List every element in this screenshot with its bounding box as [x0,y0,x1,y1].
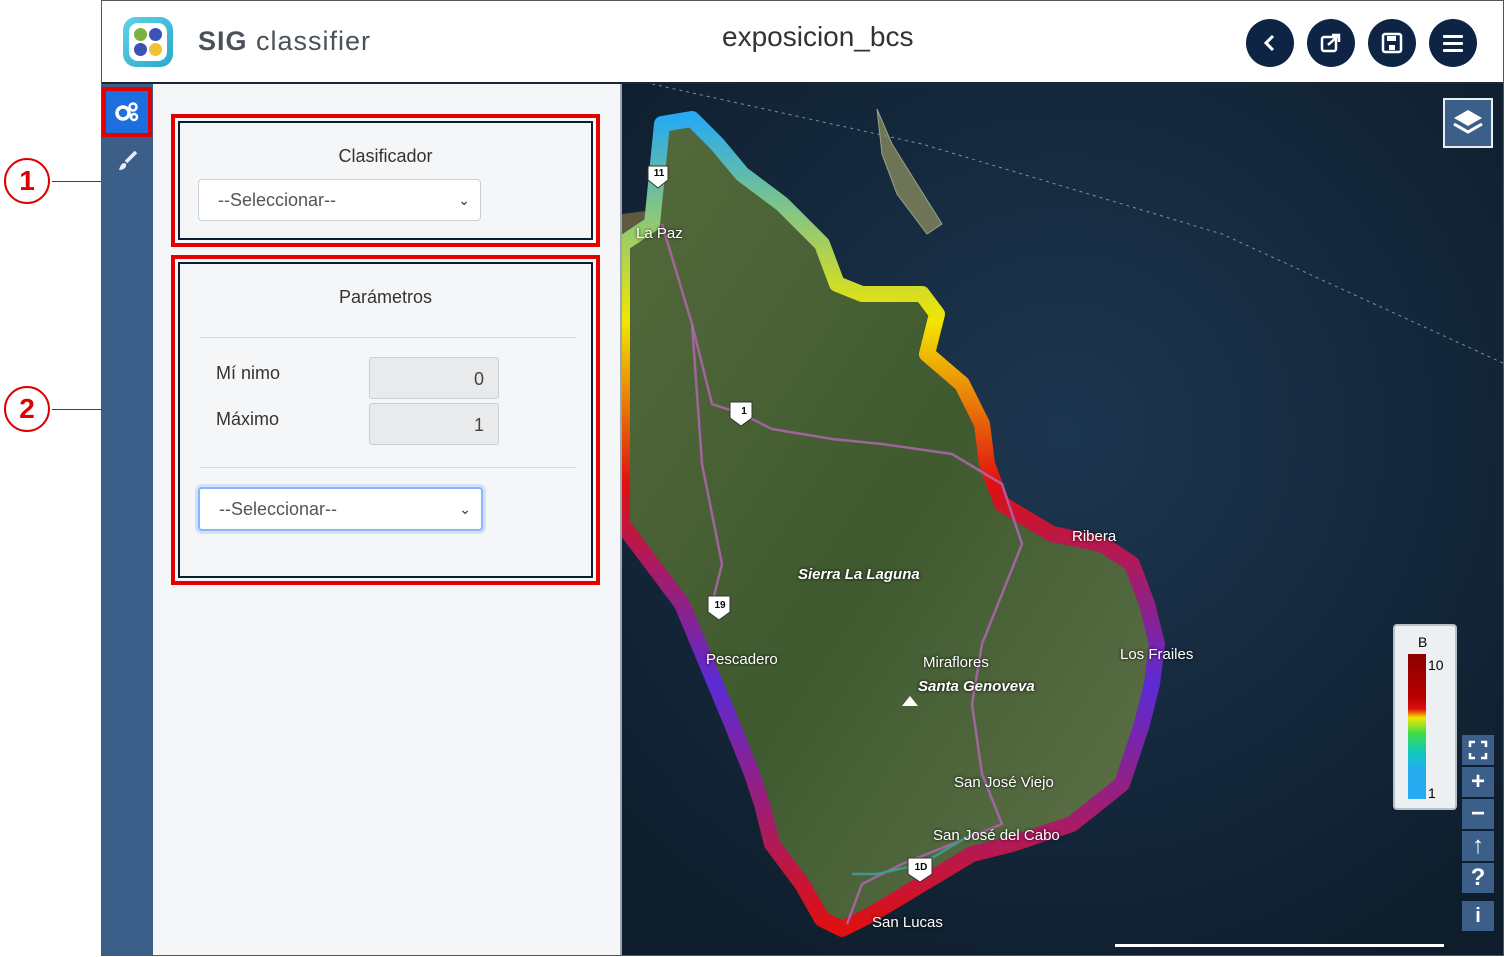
map-legend: B 10 1 [1393,624,1457,810]
map-canvas [622,84,1503,955]
highway-shield: 1 [741,406,747,417]
place-label: San Lucas [872,914,943,931]
classifier-select[interactable]: --Seleccionar-- ⌄ [198,179,481,221]
place-label: Pescadero [706,651,778,668]
fullscreen-button[interactable] [1462,735,1494,765]
classifier-section: Clasificador --Seleccionar-- ⌄ [171,114,600,247]
parameters-heading: Parámetros [338,287,433,307]
place-label: Sierra La Laguna [798,566,920,583]
app-window: SIG classifier exposicion_bcs Clasificad… [101,0,1504,956]
legend-max: 10 [1428,657,1444,673]
layers-button[interactable] [1443,98,1493,148]
place-label: Miraflores [923,654,989,671]
zoom-out-button[interactable]: − [1462,799,1494,829]
chevron-down-icon: ⌄ [459,501,471,517]
min-field[interactable]: 0 [369,357,499,399]
project-title: exposicion_bcs [722,21,914,52]
layers-icon [1453,110,1483,134]
info-button[interactable]: i [1462,901,1494,931]
zoom-in-button[interactable]: + [1462,767,1494,797]
highway-shield: 11 [653,168,665,179]
parameters-select-value: --Seleccionar-- [219,499,338,519]
share-export-icon [1320,33,1341,53]
export-button[interactable] [1307,19,1355,67]
place-label: Santa Genoveva [918,678,1035,695]
place-label: San José Viejo [954,774,1054,791]
scale-bar [1115,944,1444,947]
divider [199,467,577,468]
divider [199,337,577,338]
left-rail [102,84,153,955]
fullscreen-icon [1468,740,1488,760]
reset-north-button[interactable]: ↑ [1462,831,1494,861]
max-label: Máximo [216,409,280,429]
place-label: Los Frailes [1120,646,1194,663]
paintbrush-icon [119,150,138,170]
save-disk-icon [1381,32,1403,54]
classifier-heading: Clasificador [338,146,433,166]
app-brand: SIG classifier [198,26,372,56]
place-label: La Paz [636,225,683,242]
back-button[interactable] [1246,19,1294,67]
annotation-marker-2: 2 [4,386,50,432]
save-button[interactable] [1368,19,1416,67]
place-label: Ribera [1072,528,1117,545]
rail-style-tab[interactable] [110,143,146,179]
annotation-marker-1: 1 [4,158,50,204]
legend-color-ramp [1408,654,1426,799]
highway-shield: 19 [714,600,726,611]
legend-min: 1 [1428,785,1436,801]
map-view[interactable]: La Paz Sierra La Laguna Pescadero Mirafl… [622,84,1503,955]
rail-classifier-tab[interactable] [102,87,152,137]
classifier-select-value: --Seleccionar-- [218,190,337,210]
legend-title: B [1418,634,1428,650]
max-field[interactable]: 1 [369,403,499,445]
parameters-select[interactable]: --Seleccionar-- ⌄ [198,487,483,531]
chevron-left-icon [1263,34,1275,52]
hamburger-menu-icon [1443,35,1463,52]
app-logo-icon [123,17,173,67]
highway-shield: 1D [914,862,928,873]
min-label: Mí nimo [216,363,281,383]
place-label: San José del Cabo [933,827,1060,844]
menu-button[interactable] [1429,19,1477,67]
top-bar: SIG classifier exposicion_bcs [102,1,1503,84]
help-button[interactable]: ? [1462,863,1494,893]
parameters-section: Parámetros Mí nimo 0 Máximo 1 --Seleccio… [171,255,600,585]
chevron-down-icon: ⌄ [458,192,470,208]
gears-icon [115,102,139,122]
settings-panel: Clasificador --Seleccionar-- ⌄ Parámetro… [153,84,623,955]
